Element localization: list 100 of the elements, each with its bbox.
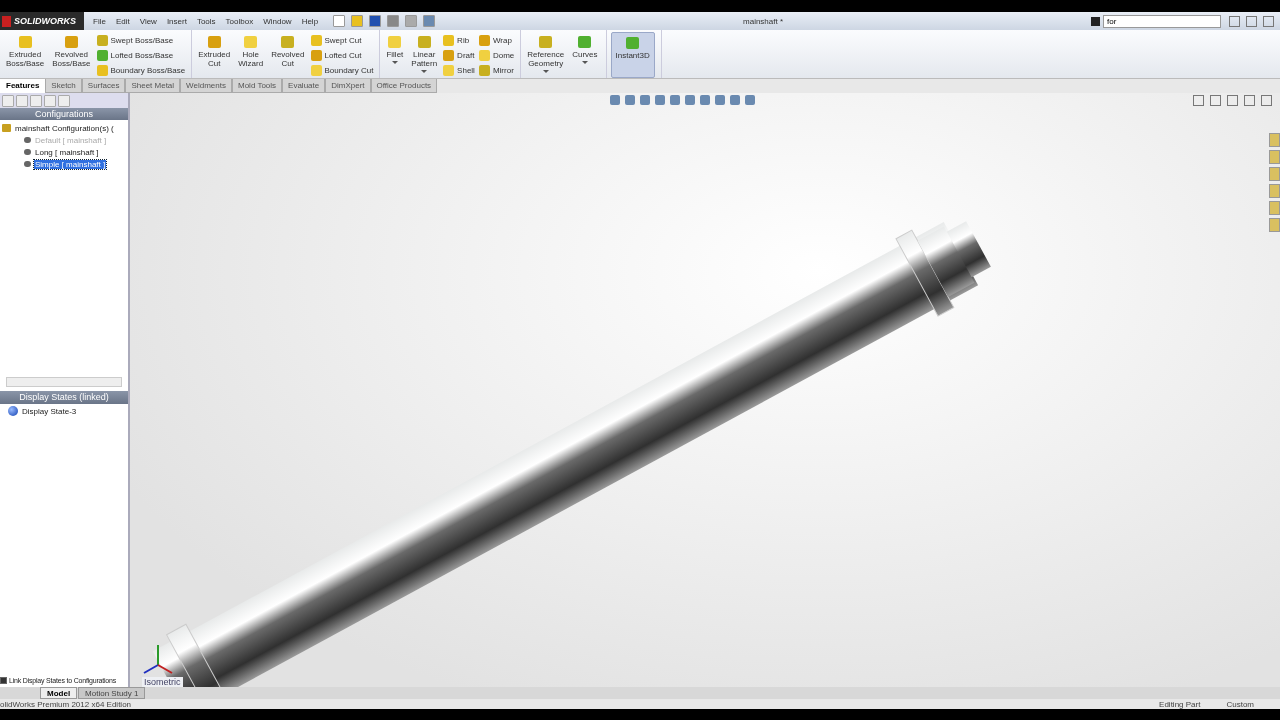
task-pane-icon[interactable]	[1269, 133, 1280, 147]
ribbon-button[interactable]: Draft	[443, 49, 475, 62]
ribbon-button[interactable]: Fillet	[384, 32, 406, 78]
task-pane-icon[interactable]	[1269, 218, 1280, 232]
panel-tab[interactable]	[58, 94, 70, 107]
configuration-icon	[2, 124, 11, 132]
toolbar-icon[interactable]	[387, 15, 400, 27]
ribbon-tab[interactable]: DimXpert	[325, 79, 371, 93]
task-pane-icon[interactable]	[1269, 201, 1280, 215]
tool-icon	[310, 65, 322, 76]
tool-icon	[478, 50, 490, 61]
search-field[interactable]: for	[1103, 14, 1221, 28]
ribbon-button[interactable]: Swept Cut	[310, 34, 374, 47]
bottom-tab[interactable]: Model	[40, 687, 78, 699]
tool-icon	[207, 36, 221, 48]
tool-icon	[539, 36, 553, 48]
menu-item[interactable]: Edit	[110, 16, 135, 26]
task-pane-icon[interactable]	[1269, 184, 1280, 198]
ribbon-tab[interactable]: Features	[0, 79, 46, 93]
panel-heading: Configurations	[0, 108, 128, 120]
ribbon-button[interactable]: Boundary Boss/Base	[96, 64, 186, 77]
panel-tab[interactable]	[44, 94, 56, 107]
display-state[interactable]: Display State-3	[22, 406, 77, 416]
panel-heading: Display States (linked)	[0, 391, 128, 404]
task-pane-icon[interactable]	[1269, 150, 1280, 164]
tool-icon	[310, 50, 322, 61]
tool-icon	[96, 35, 108, 46]
ribbon-button[interactable]: Mirror	[478, 64, 515, 77]
menu-item[interactable]: Window	[258, 16, 297, 26]
tool-icon	[388, 36, 402, 48]
ribbon-tab[interactable]: Weldments	[180, 79, 232, 93]
window-title: mainshaft *	[742, 16, 785, 26]
ribbon-tab[interactable]: Office Products	[370, 79, 438, 93]
tool-icon	[281, 36, 295, 48]
ribbon-button[interactable]: Extruded Boss/Base	[4, 32, 47, 78]
toolbar-icon[interactable]	[333, 15, 346, 27]
toolbar-icon[interactable]	[423, 15, 436, 27]
tree-item[interactable]: Simple [ mainshaft ]	[34, 159, 107, 169]
toolbar-icon[interactable]	[369, 15, 382, 27]
ribbon-button[interactable]: Reference Geometry	[525, 32, 567, 78]
tool-icon	[443, 65, 455, 76]
tool-icon	[64, 36, 78, 48]
ribbon-tab[interactable]: Sheet Metal	[125, 79, 181, 93]
ribbon-tab[interactable]: Evaluate	[282, 79, 326, 93]
window-control-icon[interactable]	[1263, 15, 1274, 27]
menu-item[interactable]: File	[88, 16, 111, 26]
ribbon-button[interactable]: Revolved Boss/Base	[50, 32, 93, 78]
ribbon-button[interactable]: Wrap	[478, 34, 515, 47]
window-control-icon[interactable]	[1229, 15, 1240, 27]
window-control-icon[interactable]	[1193, 95, 1204, 106]
tool-icon	[626, 37, 640, 49]
task-pane-icon[interactable]	[1269, 167, 1280, 181]
status-text: olidWorks Premium 2012 x64 Edition	[0, 699, 133, 709]
ribbon-button[interactable]: Revolved Cut	[269, 32, 307, 78]
tool-icon	[478, 65, 490, 76]
ribbon-button[interactable]: Lofted Cut	[310, 49, 374, 62]
ribbon-button[interactable]: Extruded Cut	[196, 32, 233, 78]
app-logo: SOLIDWORKS	[0, 12, 84, 30]
panel-tab[interactable]	[16, 94, 28, 107]
menu-item[interactable]: Insert	[161, 16, 192, 26]
window-control-icon[interactable]	[1261, 95, 1272, 106]
tool-icon	[96, 65, 108, 76]
ribbon-button[interactable]: Hole Wizard	[236, 32, 266, 78]
tree-item[interactable]: Long [ mainshaft ]	[34, 147, 100, 157]
menu-item[interactable]: Toolbox	[220, 16, 259, 26]
window-control-icon[interactable]	[1244, 95, 1255, 106]
window-control-icon[interactable]	[1246, 15, 1257, 27]
checkbox[interactable]	[0, 676, 7, 684]
tool-icon	[18, 36, 32, 48]
tree-item[interactable]: mainshaft Configuration(s) (	[14, 123, 115, 133]
tool-icon	[443, 50, 455, 61]
tool-icon	[310, 35, 322, 46]
sphere-icon	[8, 406, 18, 416]
ribbon-tab[interactable]: Surfaces	[81, 79, 126, 93]
ribbon-button[interactable]: Lofted Boss/Base	[96, 49, 186, 62]
tool-icon	[443, 35, 455, 46]
panel-tab[interactable]	[2, 94, 14, 107]
menu-item[interactable]: Tools	[191, 16, 221, 26]
tool-icon	[244, 36, 258, 48]
scrollbar[interactable]	[6, 377, 122, 387]
ribbon-tab[interactable]: Sketch	[45, 79, 82, 93]
ribbon-button[interactable]: Curves	[570, 32, 600, 78]
ribbon-button[interactable]: Shell	[443, 64, 475, 77]
menu-item[interactable]: View	[134, 16, 162, 26]
ribbon-button[interactable]: Rib	[443, 34, 475, 47]
tool-icon	[417, 36, 431, 48]
ribbon-tab[interactable]: Mold Tools	[232, 79, 283, 93]
panel-tab[interactable]	[30, 94, 42, 107]
ribbon-button[interactable]: Dome	[478, 49, 515, 62]
window-control-icon[interactable]	[1210, 95, 1221, 106]
tool-icon	[578, 36, 592, 48]
window-control-icon[interactable]	[1227, 95, 1238, 106]
ribbon-button[interactable]: Instant3D	[610, 32, 655, 78]
bottom-tab[interactable]: Motion Study 1	[78, 687, 146, 699]
menu-item[interactable]: Help	[296, 16, 324, 26]
ribbon-button[interactable]: Linear Pattern	[409, 32, 440, 78]
tool-icon	[478, 35, 490, 46]
ribbon-button[interactable]: Swept Boss/Base	[96, 34, 186, 47]
ribbon-button[interactable]: Boundary Cut	[310, 64, 374, 77]
terminal-icon	[1091, 16, 1100, 26]
